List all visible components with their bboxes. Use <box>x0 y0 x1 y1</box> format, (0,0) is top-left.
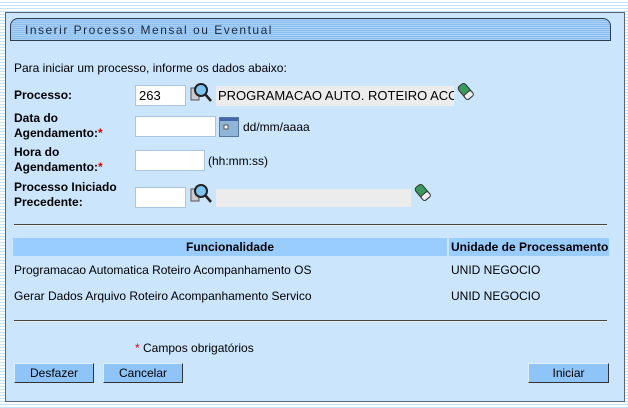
data-agendamento-input[interactable] <box>135 116 216 137</box>
cancelar-button[interactable]: Cancelar <box>103 363 183 383</box>
data-format-hint: dd/mm/aaaa <box>243 120 310 134</box>
page-title: Inserir Processo Mensal ou Eventual <box>25 23 273 37</box>
precedente-input[interactable] <box>135 187 186 208</box>
table-cell-unidade: UNID NEGOCIO <box>451 263 541 277</box>
search-icon[interactable] <box>190 183 212 205</box>
precedente-label: Processo Iniciado Precedente: <box>14 180 117 209</box>
header-funcionalidade: Funcionalidade <box>13 238 447 256</box>
search-icon[interactable] <box>190 82 212 104</box>
hora-agendamento-input[interactable] <box>135 150 205 171</box>
divider <box>14 320 607 322</box>
required-note: * Campos obrigatórios <box>135 341 254 355</box>
table-row: Programacao Automatica Roteiro Acompanha… <box>14 263 312 277</box>
precedente-description <box>216 189 411 207</box>
table-cell-unidade: UNID NEGOCIO <box>451 289 541 303</box>
desfazer-button[interactable]: Desfazer <box>14 363 94 383</box>
divider <box>14 224 607 226</box>
data-label: Data do Agendamento:* <box>14 111 103 140</box>
iniciar-button[interactable]: Iniciar <box>528 363 609 383</box>
processo-label: Processo: <box>14 88 73 102</box>
eraser-icon[interactable] <box>414 182 432 202</box>
header-unidade: Unidade de Processamento <box>449 238 609 256</box>
eraser-icon[interactable] <box>457 81 475 101</box>
processo-description: PROGRAMACAO AUTO. ROTEIRO ACOMPANHAMENTO… <box>216 86 454 106</box>
table-row: Gerar Dados Arquivo Roteiro Acompanhamen… <box>14 289 312 303</box>
intro-text: Para iniciar um processo, informe os dad… <box>14 61 287 75</box>
hora-label: Hora do Agendamento:* <box>14 145 103 174</box>
calendar-icon[interactable] <box>219 117 239 137</box>
processo-input[interactable] <box>135 85 186 106</box>
hora-format-hint: (hh:mm:ss) <box>208 154 268 168</box>
